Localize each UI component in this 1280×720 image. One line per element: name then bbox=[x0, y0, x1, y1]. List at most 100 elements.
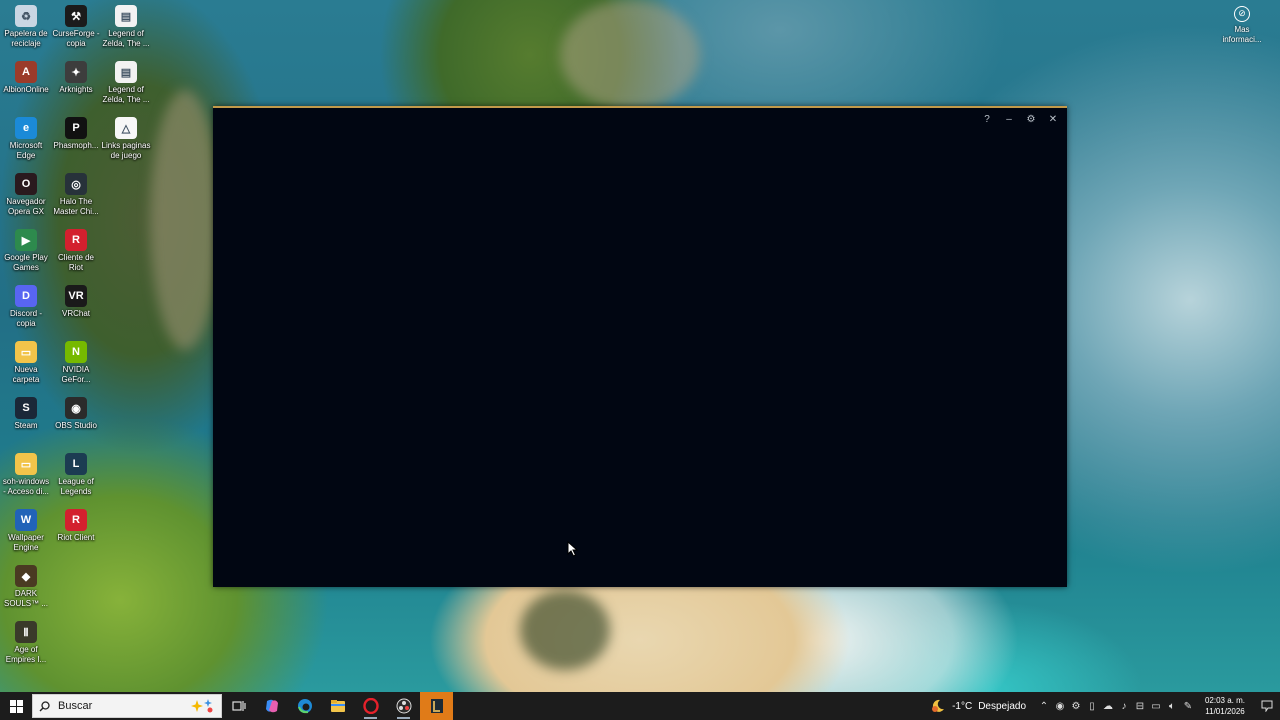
desktop-icon[interactable]: D Discord - copia bbox=[0, 285, 52, 329]
battery-icon[interactable]: ▯ bbox=[1084, 692, 1100, 720]
clock-time: 02:03 a. m. bbox=[1204, 696, 1246, 705]
info-circle-icon: ⊘ bbox=[1234, 6, 1250, 22]
pen-icon[interactable]: ✎ bbox=[1180, 692, 1196, 720]
taskbar-search[interactable]: Buscar bbox=[32, 694, 222, 718]
desktop-icon-label: Legend of Zelda, The ... bbox=[102, 29, 150, 48]
desktop-icon[interactable]: ▭ Nueva carpeta bbox=[0, 341, 52, 385]
network-icon[interactable]: ▭ bbox=[1148, 692, 1164, 720]
desktop-icon[interactable]: ◎ Halo The Master Chi... bbox=[50, 173, 102, 217]
desktop-icon-label: Papelera de reciclaje bbox=[4, 29, 48, 48]
edge-icon bbox=[297, 699, 312, 714]
file-explorer-button[interactable] bbox=[321, 692, 354, 720]
desktop-icon-label: OBS Studio bbox=[55, 421, 97, 430]
recycle-bin-icon: ♻ bbox=[15, 5, 37, 27]
search-highlight-icon bbox=[191, 699, 213, 713]
desktop-icon[interactable]: R Riot Client bbox=[50, 509, 102, 543]
close-button[interactable]: ✕ bbox=[1045, 113, 1061, 127]
desktop-icon[interactable]: O Navegador Opera GX bbox=[0, 173, 52, 217]
weather-temp: -1°C bbox=[952, 700, 973, 712]
desktop-icon[interactable]: P Phasmoph... bbox=[50, 117, 102, 151]
desktop-icon[interactable]: ♻ Papelera de reciclaje bbox=[0, 5, 52, 49]
start-button[interactable] bbox=[0, 692, 32, 720]
cliff-rock bbox=[150, 90, 220, 350]
desktop-icon[interactable]: ◉ OBS Studio bbox=[50, 397, 102, 431]
discord-icon: D bbox=[15, 285, 37, 307]
search-placeholder: Buscar bbox=[58, 700, 93, 712]
desktop-icon[interactable]: e Microsoft Edge bbox=[0, 117, 52, 161]
desktop-icon-label: Navegador Opera GX bbox=[6, 197, 46, 216]
desktop-icon[interactable]: L League of Legends bbox=[50, 453, 102, 497]
file-explorer-icon bbox=[330, 700, 345, 712]
clock[interactable]: 02:03 a. m. 11/01/2026 bbox=[1196, 695, 1254, 717]
folder-shortcut-icon: ▭ bbox=[15, 453, 37, 475]
desktop-icon-label: Halo The Master Chi... bbox=[53, 197, 99, 216]
cloud-icon[interactable]: ☁ bbox=[1100, 692, 1116, 720]
arknights-icon: ✦ bbox=[65, 61, 87, 83]
desktop-icon[interactable]: R Cliente de Riot bbox=[50, 229, 102, 273]
vrchat-icon: VR bbox=[65, 285, 87, 307]
desktop-icon-label: Riot Client bbox=[57, 533, 95, 542]
cliff-rock bbox=[560, 0, 700, 110]
desktop-icon-label: Nueva carpeta bbox=[12, 365, 40, 384]
desktop-icon[interactable]: N NVIDIA GeFor... bbox=[50, 341, 102, 385]
obs-taskbar-button[interactable] bbox=[387, 692, 420, 720]
desktop-icon[interactable]: ▭ soh-windows - Acceso di... bbox=[0, 453, 52, 497]
beach-tree bbox=[520, 590, 610, 670]
app-window[interactable]: ? – ⚙ ✕ bbox=[213, 106, 1067, 587]
desktop-icon-label: Cliente de Riot bbox=[57, 253, 95, 272]
running-indicator bbox=[364, 717, 377, 719]
record-icon[interactable]: ◉ bbox=[1052, 692, 1068, 720]
microphone-icon[interactable]: ♪ bbox=[1116, 692, 1132, 720]
opera-gx-icon: O bbox=[15, 173, 37, 195]
league-taskbar-button[interactable] bbox=[420, 692, 453, 720]
wallpaper-engine-icon: W bbox=[15, 509, 37, 531]
help-button[interactable]: ? bbox=[979, 113, 995, 127]
desktop-icon-label: CurseForge - copia bbox=[52, 29, 100, 48]
desktop-icon[interactable]: S Steam bbox=[0, 397, 52, 431]
desktop-icon[interactable]: ◆ DARK SOULS™ ... bbox=[0, 565, 52, 609]
window-controls: ? – ⚙ ✕ bbox=[979, 113, 1061, 127]
taskbar: Buscar -1°C Despejado ⌃ ◉ ⚙ ▯ ☁ ♪ ⊟ ▭ 🔈︎… bbox=[0, 692, 1280, 720]
desktop-icon[interactable]: ✦ Arknights bbox=[50, 61, 102, 95]
copilot-icon bbox=[265, 699, 278, 713]
desktop-icon-label: NVIDIA GeFor... bbox=[61, 365, 91, 384]
desktop-icon-label: soh-windows - Acceso di... bbox=[2, 477, 50, 496]
desktop-icon-label: VRChat bbox=[61, 309, 90, 318]
desktop-icon[interactable]: ▤ Legend of Zelda, The ... bbox=[100, 5, 152, 49]
mouse-cursor-icon bbox=[567, 541, 579, 557]
desktop-icon-label: DARK SOULS™ ... bbox=[3, 589, 48, 608]
desktop-icon-label: Google Play Games bbox=[4, 253, 48, 272]
chevron-up-icon[interactable]: ⌃ bbox=[1036, 692, 1052, 720]
desktop-icon[interactable]: ▶ Google Play Games bbox=[0, 229, 52, 273]
settings-tray-icon[interactable]: ⚙ bbox=[1068, 692, 1084, 720]
volume-icon[interactable]: 🔈︎ bbox=[1164, 692, 1180, 720]
desktop-icon[interactable]: ▤ Legend of Zelda, The ... bbox=[100, 61, 152, 105]
weather-widget[interactable]: -1°C Despejado bbox=[930, 698, 1026, 714]
desktop-icon[interactable]: A AlbionOnline bbox=[0, 61, 52, 95]
document-icon: △ bbox=[115, 117, 137, 139]
notification-icon bbox=[1261, 700, 1273, 712]
desktop-icon[interactable]: △ Links paginas de juego bbox=[100, 117, 152, 161]
usb-icon[interactable]: ⊟ bbox=[1132, 692, 1148, 720]
desktop-icon-label: AlbionOnline bbox=[3, 85, 49, 94]
document-icon: ▤ bbox=[115, 5, 137, 27]
minimize-button[interactable]: – bbox=[1001, 113, 1017, 127]
task-view-button[interactable] bbox=[222, 692, 255, 720]
desktop-icon-label: Arknights bbox=[59, 85, 93, 94]
settings-button[interactable]: ⚙ bbox=[1023, 113, 1039, 127]
desktop-icon[interactable]: W Wallpaper Engine bbox=[0, 509, 52, 553]
desktop-icon[interactable]: Ⅱ Age of Empires I... bbox=[0, 621, 52, 665]
opera-gx-taskbar-button[interactable] bbox=[354, 692, 387, 720]
system-tray: -1°C Despejado ⌃ ◉ ⚙ ▯ ☁ ♪ ⊟ ▭ 🔈︎ ✎ 02:0… bbox=[930, 692, 1280, 720]
weather-condition: Despejado bbox=[978, 700, 1026, 712]
desktop-icon[interactable]: VR VRChat bbox=[50, 285, 102, 319]
search-icon bbox=[39, 700, 50, 711]
league-of-legends-icon: L bbox=[65, 453, 87, 475]
windows-logo-icon bbox=[9, 699, 23, 713]
edge-taskbar-button[interactable] bbox=[288, 692, 321, 720]
more-info-widget[interactable]: ⊘ Mas informaci... bbox=[1218, 6, 1266, 45]
notifications-button[interactable] bbox=[1254, 692, 1280, 720]
desktop-icon[interactable]: ⚒ CurseForge - copia bbox=[50, 5, 102, 49]
copilot-button[interactable] bbox=[255, 692, 288, 720]
folder-icon: ▭ bbox=[15, 341, 37, 363]
